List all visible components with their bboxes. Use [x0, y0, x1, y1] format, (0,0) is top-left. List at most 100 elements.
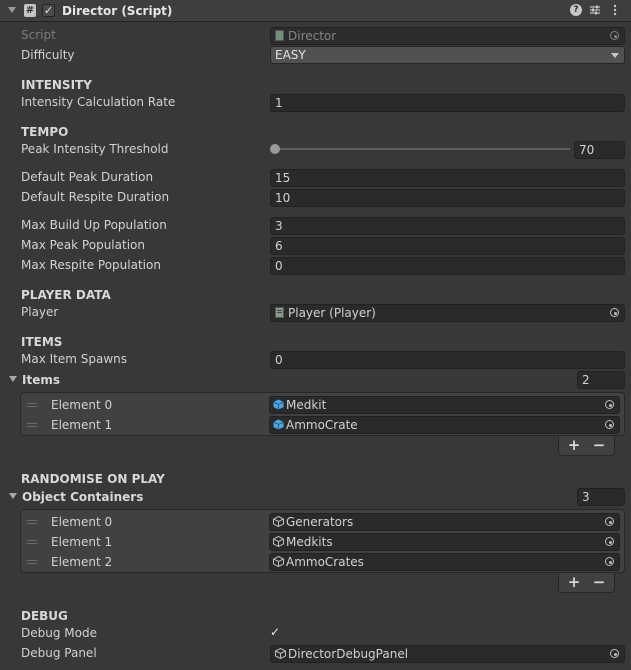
gameobject-cube-icon — [273, 535, 284, 548]
presets-icon[interactable] — [589, 4, 601, 16]
element-object-field[interactable]: Generators — [269, 513, 620, 531]
script-file-icon — [275, 29, 285, 41]
tempo-heading: TEMPO — [21, 125, 69, 139]
object-picker-icon[interactable] — [604, 419, 616, 431]
items-list: Element 0 Medkit Element 1 AmmoCrate — [20, 392, 625, 436]
respite-pop-label: Max Respite Population — [21, 258, 161, 272]
items-list-footer: + − — [558, 436, 615, 456]
player-label: Player — [21, 305, 59, 319]
object-picker-icon[interactable] — [609, 307, 621, 319]
buildup-pop-label: Max Build Up Population — [21, 218, 167, 232]
items-heading: ITEMS — [21, 335, 63, 349]
component-header[interactable]: # ✓ Director (Script) ? — [0, 0, 631, 22]
element-label: Element 0 — [51, 398, 113, 412]
containers-remove-button[interactable]: − — [589, 573, 609, 591]
peak-pop-label: Max Peak Population — [21, 238, 145, 252]
dropdown-arrow-icon — [611, 53, 619, 58]
gameobject-icon — [275, 306, 285, 318]
drag-handle-icon[interactable] — [27, 403, 37, 407]
items-size-input[interactable]: 2 — [577, 371, 625, 389]
list-item: Element 1 AmmoCrate — [21, 415, 624, 435]
intensity-rate-label: Intensity Calculation Rate — [21, 95, 176, 109]
intensity-rate-input[interactable]: 1 — [270, 94, 625, 112]
object-picker-icon[interactable] — [604, 399, 616, 411]
containers-list: Element 0 Generators Element 1 Medkits E… — [20, 509, 625, 573]
items-remove-button[interactable]: − — [589, 436, 609, 454]
debug-heading: DEBUG — [21, 609, 68, 623]
object-picker-icon[interactable] — [604, 516, 616, 528]
debug-panel-label: Debug Panel — [21, 646, 97, 660]
element-object-field[interactable]: Medkit — [269, 396, 620, 414]
peak-threshold-label: Peak Intensity Threshold — [21, 142, 169, 156]
peak-duration-label: Default Peak Duration — [21, 170, 154, 184]
gameobject-cube-icon — [273, 515, 284, 528]
script-hash-icon: # — [24, 4, 36, 17]
items-foldout-arrow-icon[interactable] — [9, 376, 17, 382]
drag-handle-icon[interactable] — [27, 540, 37, 544]
element-value: AmmoCrates — [286, 555, 364, 569]
element-object-field[interactable]: Medkits — [269, 533, 620, 551]
list-item: Element 1 Medkits — [21, 532, 624, 552]
player-object-field[interactable]: Player (Player) — [270, 304, 625, 322]
player-value: Player (Player) — [288, 306, 376, 320]
script-field: Director — [270, 27, 625, 45]
element-value: AmmoCrate — [286, 418, 358, 432]
respite-duration-input[interactable]: 10 — [270, 189, 625, 207]
debug-mode-label: Debug Mode — [21, 626, 97, 640]
peak-threshold-slider-track[interactable] — [274, 148, 570, 150]
script-value: Director — [288, 29, 337, 43]
element-object-field[interactable]: AmmoCrates — [269, 553, 620, 571]
list-item: Element 0 Medkit — [21, 395, 624, 415]
items-add-button[interactable]: + — [564, 436, 584, 454]
peak-duration-input[interactable]: 15 — [270, 169, 625, 187]
containers-list-label[interactable]: Object Containers — [22, 489, 143, 505]
drag-handle-icon[interactable] — [27, 520, 37, 524]
gameobject-cube-icon — [275, 647, 286, 660]
collapse-arrow-icon[interactable] — [8, 7, 16, 13]
respite-duration-label: Default Respite Duration — [21, 190, 170, 204]
component-title: Director (Script) — [62, 4, 173, 18]
element-label: Element 0 — [51, 515, 113, 529]
prefab-cube-icon — [273, 398, 284, 410]
max-item-spawns-input[interactable]: 0 — [270, 351, 625, 369]
containers-size-input[interactable]: 3 — [577, 488, 625, 506]
buildup-pop-input[interactable]: 3 — [270, 217, 625, 235]
list-item: Element 0 Generators — [21, 512, 624, 532]
peak-threshold-input[interactable]: 70 — [574, 141, 625, 159]
containers-add-button[interactable]: + — [564, 573, 584, 591]
peak-pop-input[interactable]: 6 — [270, 237, 625, 255]
randomise-heading: RANDOMISE ON PLAY — [21, 472, 165, 486]
element-object-field[interactable]: AmmoCrate — [269, 416, 620, 434]
object-picker-icon[interactable] — [604, 536, 616, 548]
element-label: Element 1 — [51, 535, 113, 549]
component-enabled-checkbox[interactable]: ✓ — [42, 4, 55, 17]
object-picker-icon — [609, 30, 621, 42]
drag-handle-icon[interactable] — [27, 423, 37, 427]
difficulty-value: EASY — [275, 48, 306, 62]
element-label: Element 2 — [51, 555, 113, 569]
intensity-heading: INTENSITY — [21, 78, 92, 92]
debug-mode-checkbox[interactable]: ✓ — [270, 625, 284, 639]
debug-panel-object-field[interactable]: DirectorDebugPanel — [270, 645, 625, 663]
difficulty-dropdown[interactable]: EASY — [270, 46, 625, 64]
element-label: Element 1 — [51, 418, 113, 432]
player-data-heading: PLAYER DATA — [21, 288, 111, 302]
debug-panel-value: DirectorDebugPanel — [288, 647, 409, 661]
respite-pop-input[interactable]: 0 — [270, 257, 625, 275]
items-list-label[interactable]: Items — [22, 372, 60, 388]
difficulty-label: Difficulty — [21, 48, 75, 62]
containers-foldout-arrow-icon[interactable] — [9, 493, 17, 499]
drag-handle-icon[interactable] — [27, 560, 37, 564]
script-label: Script — [21, 28, 56, 42]
checkmark-icon: ✓ — [270, 625, 281, 639]
list-item: Element 2 AmmoCrates — [21, 552, 624, 572]
menu-icon[interactable] — [609, 4, 621, 16]
containers-list-footer: + − — [558, 573, 615, 593]
object-picker-icon[interactable] — [604, 556, 616, 568]
peak-threshold-slider-thumb[interactable] — [270, 144, 280, 154]
help-icon[interactable]: ? — [570, 4, 582, 16]
max-item-spawns-label: Max Item Spawns — [21, 352, 128, 366]
element-value: Medkits — [286, 535, 333, 549]
object-picker-icon[interactable] — [609, 648, 621, 660]
element-value: Medkit — [286, 398, 327, 412]
